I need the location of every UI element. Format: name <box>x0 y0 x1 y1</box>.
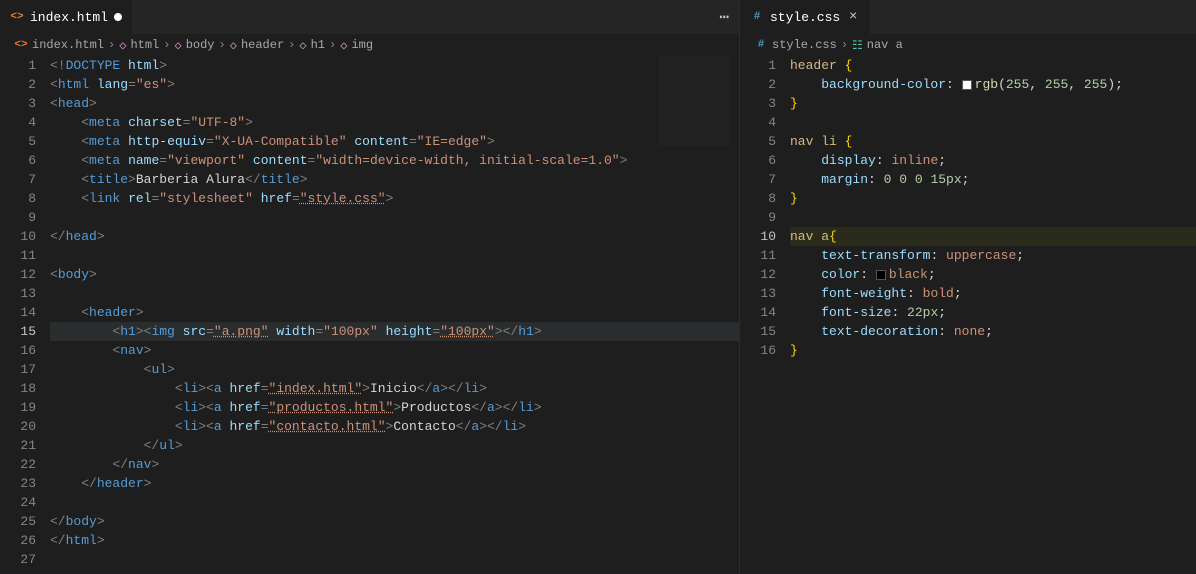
crumb-file[interactable]: # style.css <box>754 38 837 52</box>
crumb-h1[interactable]: ◇ h1 <box>299 38 325 53</box>
editor-pane-right: # style.css × # style.css › ☷ nav a 1234… <box>740 0 1196 574</box>
editor-pane-left: <> index.html ⋯ <> index.html › ◇ html ›… <box>0 0 740 574</box>
tab-overflow-button[interactable]: ⋯ <box>709 7 739 27</box>
symbol-icon: ☷ <box>852 38 863 53</box>
code-editor-right[interactable]: 12345678910111213141516 header { backgro… <box>740 56 1196 574</box>
chevron-right-icon: › <box>163 38 170 52</box>
chevron-right-icon: › <box>288 38 295 52</box>
modified-indicator-icon <box>114 13 122 21</box>
crumb-img[interactable]: ◇ img <box>340 38 373 53</box>
code-editor-left[interactable]: 1234567891011121314151617181920212223242… <box>0 56 739 574</box>
symbol-icon: ◇ <box>174 38 181 53</box>
tab-index-html[interactable]: <> index.html <box>0 0 132 34</box>
line-gutter[interactable]: 12345678910111213141516 <box>740 56 790 574</box>
crumb-selector[interactable]: ☷ nav a <box>852 38 903 53</box>
css-file-icon: # <box>750 10 764 24</box>
crumb-body[interactable]: ◇ body <box>174 38 214 53</box>
close-icon[interactable]: × <box>846 10 860 24</box>
crumb-html[interactable]: ◇ html <box>119 38 159 53</box>
symbol-icon: ◇ <box>230 38 237 53</box>
tab-bar-left: <> index.html ⋯ <box>0 0 739 34</box>
html-file-icon: <> <box>14 38 28 52</box>
tab-label: style.css <box>770 10 840 25</box>
crumb-header[interactable]: ◇ header <box>230 38 284 53</box>
line-gutter[interactable]: 1234567891011121314151617181920212223242… <box>0 56 50 574</box>
tab-bar-right: # style.css × <box>740 0 1196 34</box>
html-file-icon: <> <box>10 10 24 24</box>
code-area[interactable]: header { background-color: rgb(255, 255,… <box>790 56 1196 574</box>
breadcrumbs-right[interactable]: # style.css › ☷ nav a <box>740 34 1196 56</box>
chevron-right-icon: › <box>841 38 848 52</box>
css-file-icon: # <box>754 38 768 52</box>
breadcrumbs-left[interactable]: <> index.html › ◇ html › ◇ body › ◇ head… <box>0 34 739 56</box>
tab-label: index.html <box>30 10 108 25</box>
symbol-icon: ◇ <box>119 38 126 53</box>
tab-style-css[interactable]: # style.css × <box>740 0 870 34</box>
chevron-right-icon: › <box>329 38 336 52</box>
minimap[interactable] <box>659 56 729 146</box>
crumb-file[interactable]: <> index.html <box>14 38 104 52</box>
chevron-right-icon: › <box>108 38 115 52</box>
code-area[interactable]: <!DOCTYPE html><html lang="es"><head> <m… <box>50 56 739 574</box>
symbol-icon: ◇ <box>299 38 306 53</box>
symbol-icon: ◇ <box>340 38 347 53</box>
chevron-right-icon: › <box>219 38 226 52</box>
